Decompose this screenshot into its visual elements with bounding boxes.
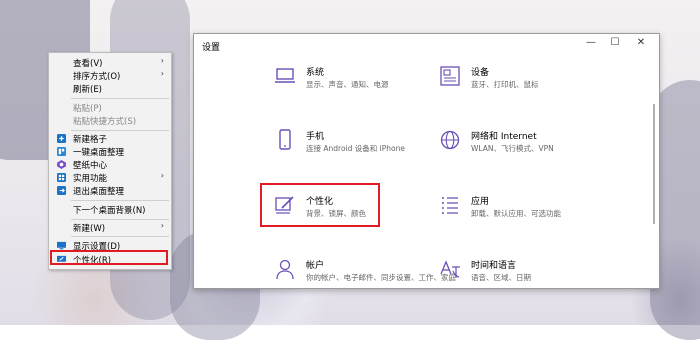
phone-icon: [279, 129, 291, 150]
organize-icon: [57, 147, 66, 156]
menu-item-new-grid[interactable]: 新建格子: [49, 132, 171, 145]
menu-separator: [71, 98, 169, 99]
menu-item-label: 新建格子: [73, 135, 108, 145]
menu-item-utilities[interactable]: 实用功能 ›: [49, 171, 171, 184]
submenu-arrow-icon: ›: [160, 221, 164, 230]
menu-item-label: 下一个桌面背景(N): [73, 206, 146, 216]
menu-item-label: 一键桌面整理: [73, 148, 125, 158]
utilities-icon: [57, 173, 66, 182]
menu-separator: [71, 200, 169, 201]
menu-item-new[interactable]: 新建(W) ›: [49, 221, 171, 234]
menu-item-label: 新建(W): [73, 224, 106, 234]
menu-item-view[interactable]: 查看(V) ›: [49, 56, 171, 69]
tile-description: 语音、区域、日期: [471, 273, 531, 282]
menu-item-paste[interactable]: 粘贴(P): [49, 101, 171, 114]
highlight-box-personalize-menu: [50, 250, 168, 265]
tile-description: 你的帐户、电子邮件、同步设置、工作、家庭: [306, 273, 456, 282]
scrollbar[interactable]: [653, 104, 655, 224]
settings-tile-accounts[interactable]: 帐户 你的帐户、电子邮件、同步设置、工作、家庭: [274, 258, 456, 298]
menu-item-label: 排序方式(O): [73, 72, 121, 82]
tile-description: 蓝牙、打印机、鼠标: [471, 80, 539, 89]
tile-title: 时间和语言: [471, 261, 517, 271]
menu-item-refresh[interactable]: 刷新(E): [49, 82, 171, 95]
window-title: 设置: [202, 43, 221, 53]
tile-title: 手机: [306, 132, 325, 142]
tile-description: WLAN、飞行模式、VPN: [471, 144, 554, 153]
menu-separator: [71, 236, 169, 237]
minimize-button[interactable]: —: [579, 37, 603, 53]
menu-item-one-click-organize[interactable]: 一键桌面整理: [49, 145, 171, 158]
settings-tile-time-language[interactable]: 时间和语言 语音、区域、日期: [439, 258, 614, 298]
settings-tile-devices[interactable]: 设备 蓝牙、打印机、鼠标: [439, 65, 614, 105]
menu-item-label: 实用功能: [73, 174, 108, 184]
keyboard-icon: [440, 66, 460, 86]
apps-list-icon: [442, 197, 458, 214]
menu-separator: [71, 130, 169, 131]
menu-item-label: 壁纸中心: [73, 161, 108, 171]
menu-item-label: 粘贴(P): [73, 104, 102, 114]
submenu-arrow-icon: ›: [160, 171, 164, 180]
tile-title: 应用: [471, 197, 490, 207]
tile-title: 系统: [306, 68, 325, 78]
desktop-context-menu: 查看(V) › 排序方式(O) › 刷新(E) 粘贴(P) 粘贴快捷方式(S) …: [48, 52, 172, 270]
close-button[interactable]: ✕: [629, 37, 653, 53]
submenu-arrow-icon: ›: [160, 56, 164, 65]
menu-item-wallpaper-center[interactable]: 壁纸中心: [49, 158, 171, 171]
highlight-box-personalization-tile: [260, 183, 380, 227]
settings-tile-system[interactable]: 系统 显示、声音、通知、电源: [274, 65, 449, 105]
menu-item-label: 退出桌面整理: [73, 187, 125, 197]
laptop-icon: [275, 68, 295, 83]
person-icon: [276, 259, 294, 280]
tile-title: 设备: [471, 68, 490, 78]
tile-description: 连接 Android 设备和 iPhone: [306, 144, 405, 153]
wallpaper-icon: [57, 160, 66, 169]
language-icon: [440, 260, 460, 278]
menu-item-exit-organize[interactable]: 退出桌面整理: [49, 184, 171, 197]
globe-icon: [440, 130, 460, 150]
maximize-button[interactable]: ☐: [603, 37, 627, 53]
menu-item-label: 粘贴快捷方式(S): [73, 117, 137, 127]
tile-title: 帐户: [306, 261, 325, 271]
exit-icon: [57, 186, 66, 195]
display-icon: [57, 241, 66, 250]
settings-tile-apps[interactable]: 应用 卸载、默认应用、可选功能: [439, 194, 614, 234]
settings-tile-phone[interactable]: 手机 连接 Android 设备和 iPhone: [274, 129, 449, 169]
settings-window: 设置 — ☐ ✕ 系统 显示、声音、通知、电源 设备 蓝牙、打印机、鼠标 手机 …: [193, 33, 660, 289]
tile-title: 网络和 Internet: [471, 132, 537, 142]
tile-description: 显示、声音、通知、电源: [306, 80, 389, 89]
menu-item-next-background[interactable]: 下一个桌面背景(N): [49, 203, 171, 216]
submenu-arrow-icon: ›: [160, 69, 164, 78]
menu-separator: [71, 219, 169, 220]
tile-description: 卸载、默认应用、可选功能: [471, 209, 561, 218]
title-bar[interactable]: 设置 — ☐ ✕: [194, 34, 659, 58]
settings-tile-network[interactable]: 网络和 Internet WLAN、飞行模式、VPN: [439, 129, 614, 169]
menu-item-paste-shortcut[interactable]: 粘贴快捷方式(S): [49, 114, 171, 127]
menu-item-label: 查看(V): [73, 59, 103, 69]
menu-item-sort[interactable]: 排序方式(O) ›: [49, 69, 171, 82]
grid-add-icon: [57, 134, 66, 143]
menu-item-label: 刷新(E): [73, 85, 103, 95]
